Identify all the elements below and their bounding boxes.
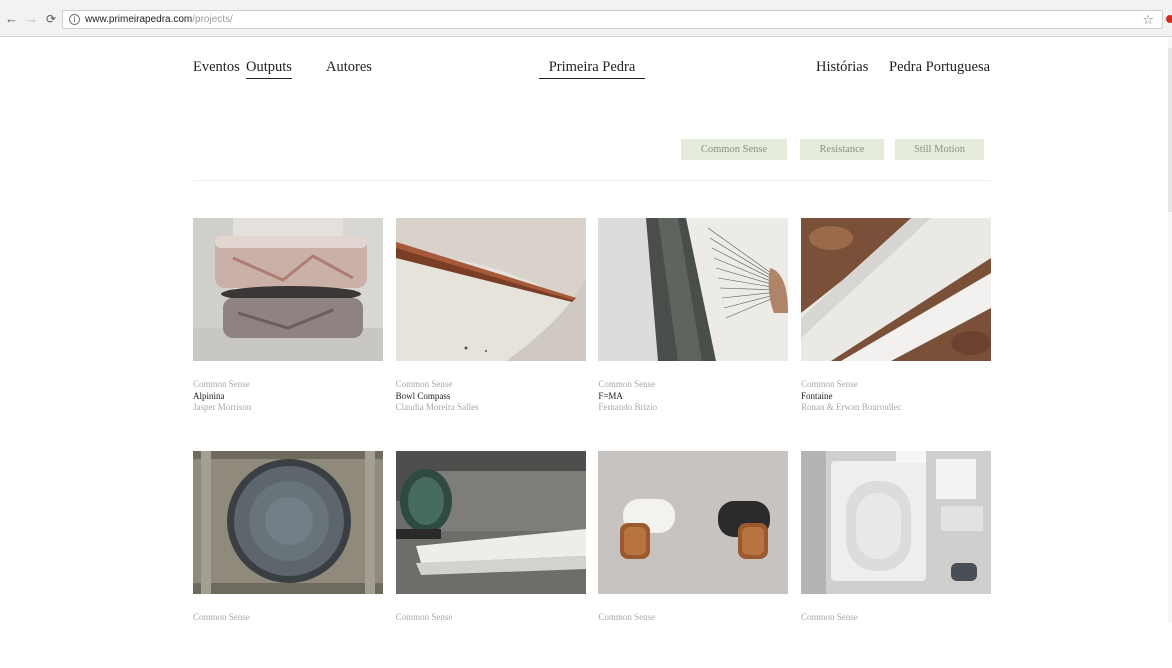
project-author: Fernando Brizio: [598, 402, 658, 412]
project-image-alpinina[interactable]: [193, 218, 383, 361]
url-text[interactable]: www.primeirapedra.com/projects/: [85, 14, 233, 26]
project-author: Claudia Moreira Salles: [395, 402, 479, 412]
site-logo-link[interactable]: Primeira Pedra: [539, 58, 645, 79]
address-bar[interactable]: i www.primeirapedra.com/projects/ ☆: [62, 10, 1163, 29]
project-card[interactable]: Common Sense Fontaine Ronan & Erwan Bour…: [800, 218, 991, 435]
project-image[interactable]: [800, 451, 991, 594]
nav-pedra-portuguesa[interactable]: Pedra Portuguesa: [889, 58, 990, 76]
extension-icon[interactable]: [1166, 15, 1172, 23]
project-meta: Common Sense Bowl Compass Claudia Moreir…: [396, 379, 479, 414]
nav-eventos[interactable]: Eventos: [193, 58, 240, 76]
project-card[interactable]: Common Sense: [598, 451, 789, 668]
project-category: Common Sense: [395, 379, 453, 389]
project-card[interactable]: Common Sense: [193, 451, 383, 668]
project-category: Common Sense: [800, 612, 858, 622]
project-image[interactable]: [395, 451, 586, 594]
project-meta: Common Sense: [396, 612, 453, 624]
project-meta: Common Sense: [598, 612, 655, 624]
nav-autores[interactable]: Autores: [326, 58, 372, 76]
project-meta: Common Sense: [193, 612, 250, 624]
reload-icon[interactable]: ⟳: [46, 12, 56, 26]
project-image-bowl-compass[interactable]: [395, 218, 586, 361]
project-category: Common Sense: [598, 379, 656, 389]
project-title[interactable]: Bowl Compass: [396, 391, 479, 403]
project-author: Ronan & Erwan Bouroullec: [800, 402, 902, 412]
filter-resistance[interactable]: Resistance: [800, 139, 884, 160]
project-grid: Common Sense Alpinina Jasper Morrison Co…: [193, 218, 991, 668]
project-title[interactable]: Fontaine: [801, 391, 902, 403]
project-image-fma[interactable]: [598, 218, 789, 361]
project-title[interactable]: F=MA: [598, 391, 657, 403]
project-category: Common Sense: [193, 379, 250, 389]
nav-historias[interactable]: Histórias: [816, 58, 868, 76]
project-image[interactable]: [193, 451, 383, 594]
project-category: Common Sense: [193, 612, 250, 622]
project-category: Common Sense: [395, 612, 453, 622]
nav-outputs[interactable]: Outputs: [246, 58, 292, 79]
filter-still-motion[interactable]: Still Motion: [895, 139, 984, 160]
project-meta: Common Sense Fontaine Ronan & Erwan Bour…: [801, 379, 902, 414]
project-author: Jasper Morrison: [193, 402, 252, 412]
project-card[interactable]: Common Sense Bowl Compass Claudia Moreir…: [395, 218, 586, 435]
info-icon[interactable]: i: [69, 14, 80, 25]
project-meta: Common Sense Alpinina Jasper Morrison: [193, 379, 251, 414]
forward-arrow-icon[interactable]: →: [25, 12, 38, 26]
project-meta: Common Sense F=MA Fernando Brizio: [598, 379, 657, 414]
project-card[interactable]: Common Sense: [395, 451, 586, 668]
project-card[interactable]: Common Sense: [800, 451, 991, 668]
back-arrow-icon[interactable]: ←: [5, 12, 18, 26]
filter-common-sense[interactable]: Common Sense: [681, 139, 787, 160]
project-title[interactable]: Alpinina: [193, 391, 251, 403]
project-category: Common Sense: [800, 379, 858, 389]
project-card[interactable]: Common Sense Alpinina Jasper Morrison: [193, 218, 383, 435]
project-image[interactable]: [598, 451, 789, 594]
project-image-fontaine[interactable]: [800, 218, 991, 361]
scrollbar-thumb[interactable]: [1168, 48, 1172, 212]
project-card[interactable]: Common Sense F=MA Fernando Brizio: [598, 218, 789, 435]
project-category: Common Sense: [598, 612, 656, 622]
project-meta: Common Sense: [801, 612, 858, 624]
browser-toolbar: ← → ⟳ i www.primeirapedra.com/projects/ …: [0, 0, 1172, 37]
star-icon[interactable]: ☆: [1142, 12, 1154, 28]
section-divider: [193, 180, 991, 181]
